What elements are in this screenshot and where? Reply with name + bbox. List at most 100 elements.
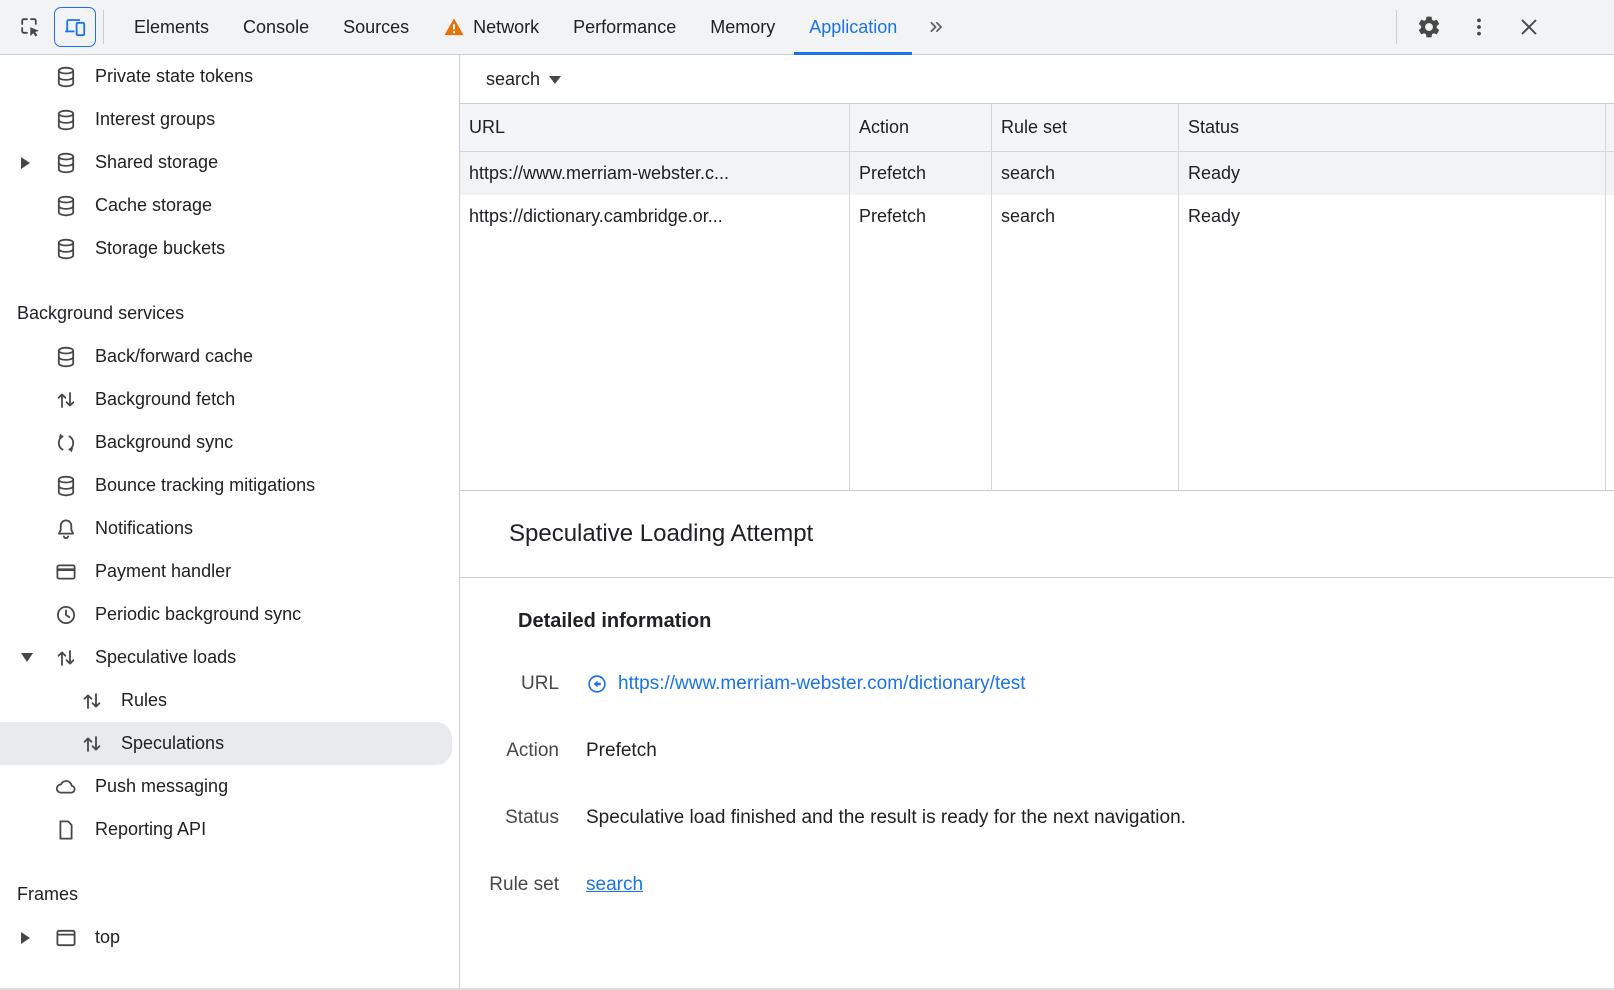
report-title: Speculative Loading Attempt <box>460 491 1614 578</box>
sidebar-item-private-state-tokens[interactable]: Private state tokens <box>0 55 459 98</box>
sidebar-item-payment-handler[interactable]: Payment handler <box>0 550 459 593</box>
tab-console[interactable]: Console <box>226 0 326 55</box>
empty-cell <box>850 238 992 490</box>
rule-set-filter-dropdown[interactable]: search <box>486 69 561 90</box>
sidebar-item-bounce-tracking-mitigations[interactable]: Bounce tracking mitigations <box>0 464 459 507</box>
sidebar-item-label: Background sync <box>95 432 233 453</box>
sidebar-item-label: Rules <box>121 690 167 711</box>
detail-rule-set-value: search <box>586 874 1614 896</box>
detail-status-value: Speculative load finished and the result… <box>586 807 1614 829</box>
tab-label: Application <box>809 17 897 38</box>
sidebar-item-label: Payment handler <box>95 561 231 582</box>
sidebar-item-interest-groups[interactable]: Interest groups <box>0 98 459 141</box>
updown-arrows-icon <box>80 732 104 756</box>
cell-url: https://www.merriam-webster.c... <box>460 152 850 195</box>
kebab-menu-icon[interactable] <box>1461 8 1497 46</box>
devtools-content: Private state tokens Interest groups Sha… <box>0 55 1614 988</box>
detail-action-label: Action <box>460 740 559 762</box>
sidebar-item-periodic-background-sync[interactable]: Periodic background sync <box>0 593 459 636</box>
database-icon <box>54 345 78 369</box>
sidebar-item-speculative-loads[interactable]: Speculative loads <box>0 636 459 679</box>
sidebar-item-push-messaging[interactable]: Push messaging <box>0 765 459 808</box>
detail-status-label: Status <box>460 807 559 829</box>
sidebar-item-label: Reporting API <box>95 819 206 840</box>
settings-gear-icon[interactable] <box>1411 8 1447 46</box>
database-icon <box>54 474 78 498</box>
tab-label: Network <box>473 17 539 38</box>
tab-network[interactable]: Network <box>426 0 556 55</box>
sidebar-item-rules[interactable]: Rules <box>0 679 459 722</box>
column-header-url[interactable]: URL <box>460 104 850 152</box>
sidebar-item-label: Notifications <box>95 518 193 539</box>
tab-performance[interactable]: Performance <box>556 0 693 55</box>
sidebar-item-background-sync[interactable]: Background sync <box>0 421 459 464</box>
speculation-details-report: Speculative Loading Attempt Detailed inf… <box>460 491 1614 988</box>
payment-card-icon <box>54 560 78 584</box>
collapse-arrow-icon[interactable] <box>16 653 54 662</box>
rule-set-link[interactable]: search <box>586 874 643 896</box>
sidebar-item-frame-top[interactable]: top <box>0 916 459 959</box>
tab-memory[interactable]: Memory <box>693 0 792 55</box>
toolbar-right-controls <box>1389 8 1554 46</box>
expand-arrow-icon[interactable] <box>16 157 54 169</box>
detail-rule-set-label: Rule set <box>460 874 559 896</box>
cell-filler <box>1606 195 1614 238</box>
sidebar-item-storage-buckets[interactable]: Storage buckets <box>0 227 459 270</box>
expand-arrow-icon[interactable] <box>16 932 54 944</box>
frame-icon <box>54 926 78 950</box>
device-toolbar-icon[interactable] <box>54 7 96 47</box>
inspect-icon[interactable] <box>12 8 48 46</box>
cell-status: Ready <box>1179 195 1606 238</box>
sync-icon <box>54 431 78 455</box>
column-header-rule-set[interactable]: Rule set <box>992 104 1179 152</box>
sidebar-item-label: Bounce tracking mitigations <box>95 475 315 496</box>
speculations-toolbar: search <box>460 55 1614 103</box>
sidebar-item-label: Periodic background sync <box>95 604 301 625</box>
sidebar-item-back-forward-cache[interactable]: Back/forward cache <box>0 335 459 378</box>
sidebar-section-background-services: Background services <box>0 292 459 335</box>
table-header-filler <box>1606 104 1614 152</box>
warning-icon <box>443 16 465 38</box>
tab-elements[interactable]: Elements <box>117 0 226 55</box>
sidebar-item-notifications[interactable]: Notifications <box>0 507 459 550</box>
empty-cell <box>1606 238 1614 490</box>
tab-label: Sources <box>343 17 409 38</box>
database-icon <box>54 194 78 218</box>
cell-url: https://dictionary.cambridge.or... <box>460 195 850 238</box>
column-header-action[interactable]: Action <box>850 104 992 152</box>
devtools-toolbar: Elements Console Sources Network Perform… <box>0 0 1614 55</box>
report-body: Detailed information URL https://www.mer… <box>460 578 1614 896</box>
detail-url-link[interactable]: https://www.merriam-webster.com/dictiona… <box>618 673 1026 695</box>
sidebar-item-reporting-api[interactable]: Reporting API <box>0 808 459 851</box>
sidebar-item-label: Cache storage <box>95 195 212 216</box>
sidebar-item-label: Storage buckets <box>95 238 225 259</box>
sidebar-item-background-fetch[interactable]: Background fetch <box>0 378 459 421</box>
speculations-panel: search URL Action Rule set Status https:… <box>460 55 1614 988</box>
column-header-status[interactable]: Status <box>1179 104 1606 152</box>
tab-label: Performance <box>573 17 676 38</box>
more-tabs-icon[interactable] <box>918 8 954 46</box>
database-icon <box>54 108 78 132</box>
empty-cell <box>992 238 1179 490</box>
cloud-icon <box>54 775 78 799</box>
tab-label: Memory <box>710 17 775 38</box>
sidebar-item-speculations[interactable]: Speculations <box>0 722 452 765</box>
tab-application[interactable]: Application <box>792 0 914 55</box>
sidebar-item-shared-storage[interactable]: Shared storage <box>0 141 459 184</box>
detail-action-value: Prefetch <box>586 740 1614 762</box>
sidebar-section-frames: Frames <box>0 873 459 916</box>
detailed-information-heading: Detailed information <box>518 610 1614 633</box>
sidebar-item-label: Push messaging <box>95 776 228 797</box>
tab-label: Console <box>243 17 309 38</box>
tab-sources[interactable]: Sources <box>326 0 426 55</box>
open-url-icon[interactable] <box>586 673 608 695</box>
detail-url-value: https://www.merriam-webster.com/dictiona… <box>586 673 1614 695</box>
close-icon[interactable] <box>1511 8 1547 46</box>
sidebar-item-label: Shared storage <box>95 152 218 173</box>
sidebar-item-cache-storage[interactable]: Cache storage <box>0 184 459 227</box>
database-icon <box>54 65 78 89</box>
sidebar-item-label: Back/forward cache <box>95 346 253 367</box>
bell-icon <box>54 517 78 541</box>
cell-rule-set: search <box>992 152 1179 195</box>
sidebar-item-label: Speculations <box>121 733 224 754</box>
